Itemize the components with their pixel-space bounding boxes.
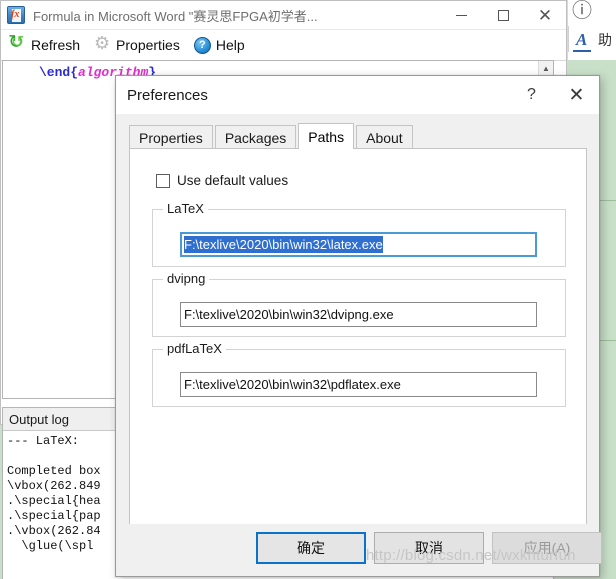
dialog-tabstrip: Properties Packages Paths About xyxy=(129,123,586,149)
tab-packages[interactable]: Packages xyxy=(214,125,297,149)
close-icon[interactable]: ✕ xyxy=(524,1,566,29)
scroll-up-arrow-icon[interactable]: ▲ xyxy=(539,61,553,76)
apply-button: 应用(A) xyxy=(492,532,602,564)
ribbon-help-label[interactable]: 助 xyxy=(598,30,612,50)
ok-button[interactable]: 确定 xyxy=(256,532,366,564)
tab-about[interactable]: About xyxy=(356,125,413,149)
code-token-command: \end xyxy=(39,65,71,80)
use-default-values-label: Use default values xyxy=(177,173,289,188)
checkbox-icon[interactable] xyxy=(156,173,170,188)
latex-path-input[interactable]: F:\texlive\2020\bin\win32\latex.exe xyxy=(180,232,537,257)
help-question-icon[interactable]: ? xyxy=(509,76,554,114)
tab-panel-paths: Use default values LaTeX F:\texlive\2020… xyxy=(129,148,587,527)
group-pdflatex: pdfLaTeX F:\texlive\2020\bin\win32\pdfla… xyxy=(152,341,566,407)
dvipng-path-value: F:\texlive\2020\bin\win32\dvipng.exe xyxy=(184,307,394,322)
group-dvipng: dvipng F:\texlive\2020\bin\win32\dvipng.… xyxy=(152,271,566,337)
gear-icon xyxy=(94,34,111,54)
help-circle-icon[interactable]: ⓘ xyxy=(572,0,592,23)
minimize-icon[interactable] xyxy=(440,1,482,29)
dialog-caption-buttons: ? ✕ xyxy=(509,76,599,114)
toolbar-label-refresh: Refresh xyxy=(31,37,81,53)
toolbar-button-properties[interactable]: Properties xyxy=(94,34,180,54)
host-title-bar[interactable]: Formula in Microsoft Word "赛灵思FPGA初学者...… xyxy=(1,1,566,30)
host-window-title: Formula in Microsoft Word "赛灵思FPGA初学者... xyxy=(33,8,318,24)
dialog-title: Preferences xyxy=(127,86,208,104)
code-token-open-brace: { xyxy=(70,65,79,80)
group-latex: LaTeX F:\texlive\2020\bin\win32\latex.ex… xyxy=(152,201,566,267)
host-caption-buttons: ✕ xyxy=(440,1,566,29)
group-pdflatex-title: pdfLaTeX xyxy=(163,341,226,356)
cancel-button[interactable]: 取消 xyxy=(374,532,484,564)
refresh-icon xyxy=(8,33,26,54)
help-circle-icon xyxy=(193,36,211,54)
underlying-app-ribbon-sliver: ⓘ A 助 xyxy=(567,0,616,60)
preferences-dialog: Preferences ? ✕ Properties Packages Path… xyxy=(115,75,602,577)
formula-app-icon xyxy=(7,6,25,24)
toolbar-button-refresh[interactable]: Refresh xyxy=(8,33,81,54)
use-default-values-checkbox-row[interactable]: Use default values xyxy=(156,173,288,188)
toolbar-button-help[interactable]: Help xyxy=(193,36,245,54)
close-icon[interactable]: ✕ xyxy=(554,76,599,114)
toolbar-label-help: Help xyxy=(215,37,245,53)
maximize-icon[interactable] xyxy=(482,1,524,29)
font-style-a-icon[interactable]: A xyxy=(576,30,587,50)
font-style-underline xyxy=(573,50,591,52)
toolbar-label-properties: Properties xyxy=(116,37,180,53)
tab-paths[interactable]: Paths xyxy=(298,123,355,149)
dialog-title-bar[interactable]: Preferences ? ✕ xyxy=(116,76,599,114)
host-toolbar: Refresh Properties Help xyxy=(1,30,566,61)
group-dvipng-title: dvipng xyxy=(163,271,210,286)
latex-path-value: F:\texlive\2020\bin\win32\latex.exe xyxy=(184,236,383,253)
dvipng-path-input[interactable]: F:\texlive\2020\bin\win32\dvipng.exe xyxy=(180,302,537,327)
tab-properties[interactable]: Properties xyxy=(129,125,213,149)
ribbon-divider xyxy=(568,26,569,52)
dialog-button-bar: 确定 取消 应用(A) xyxy=(116,524,602,576)
screen-root: ⓘ A 助 Formula in Microsoft Word "赛灵思FPGA… xyxy=(0,0,616,579)
pdflatex-path-value: F:\texlive\2020\bin\win32\pdflatex.exe xyxy=(184,377,401,392)
group-latex-title: LaTeX xyxy=(163,201,208,216)
pdflatex-path-input[interactable]: F:\texlive\2020\bin\win32\pdflatex.exe xyxy=(180,372,537,397)
